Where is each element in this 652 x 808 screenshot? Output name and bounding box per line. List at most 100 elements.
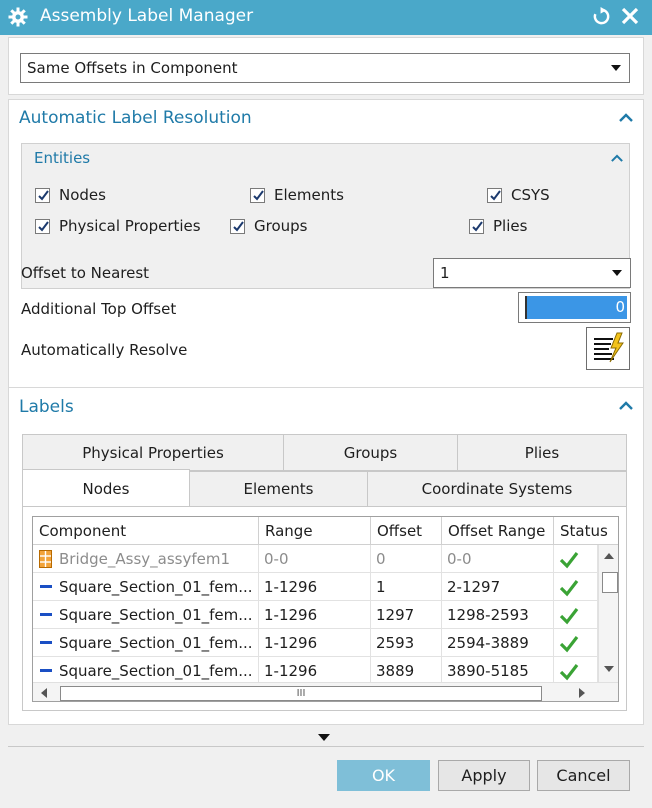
table-row[interactable]: Square_Section_01_fem... 1-1296 1297 129… bbox=[33, 601, 598, 629]
column-header-offset-range[interactable]: Offset Range bbox=[442, 517, 554, 545]
offset-range-cell: 3890-5185 bbox=[442, 657, 554, 685]
tab-elements[interactable]: Elements bbox=[189, 471, 368, 507]
component-cell: Square_Section_01_fem... bbox=[33, 629, 259, 657]
dash-icon bbox=[40, 585, 52, 588]
tab-label: Coordinate Systems bbox=[421, 480, 573, 498]
labels-table: Component Range Offset Offset Range Stat… bbox=[32, 516, 619, 702]
scroll-thumb-grip: III bbox=[296, 688, 306, 699]
tab-label: Groups bbox=[343, 443, 398, 462]
checkbox-plies[interactable] bbox=[469, 218, 484, 234]
table-row[interactable]: Square_Section_01_fem... 1-1296 3889 389… bbox=[33, 657, 598, 685]
horizontal-scroll-thumb[interactable]: III bbox=[60, 686, 542, 701]
range-cell: 0-0 bbox=[259, 545, 371, 573]
expand-more-icon[interactable] bbox=[318, 734, 330, 741]
scroll-up-icon[interactable] bbox=[604, 553, 614, 559]
gear-icon[interactable] bbox=[8, 7, 28, 27]
offset-range-cell: 2-1297 bbox=[442, 573, 554, 601]
tab-coordinate-systems[interactable]: Coordinate Systems bbox=[367, 471, 627, 507]
checkbox-nodes[interactable] bbox=[35, 187, 50, 203]
dialog-body: Same Offsets in Component Automatic Labe… bbox=[8, 37, 644, 802]
dash-icon bbox=[40, 641, 52, 644]
offset-cell: 2593 bbox=[371, 629, 442, 657]
cancel-label: Cancel bbox=[556, 766, 611, 785]
offset-to-nearest-dropdown[interactable]: 1 bbox=[433, 258, 631, 288]
component-name: Square_Section_01_fem... bbox=[59, 634, 253, 652]
entity-elements-checkbox[interactable]: Elements bbox=[250, 186, 344, 204]
collapse-labels-icon[interactable] bbox=[619, 401, 633, 411]
dash-icon bbox=[40, 669, 52, 672]
vertical-scrollbar[interactable] bbox=[598, 545, 618, 682]
offset-cell: 0 bbox=[371, 545, 442, 573]
checkbox-elements[interactable] bbox=[250, 187, 265, 203]
entity-plies-checkbox[interactable]: Plies bbox=[469, 217, 527, 235]
tab-nodes[interactable]: Nodes bbox=[22, 469, 190, 507]
tab-label: Physical Properties bbox=[82, 443, 224, 462]
column-header-range[interactable]: Range bbox=[259, 517, 371, 545]
entities-title: Entities bbox=[34, 149, 91, 167]
entity-label: Elements bbox=[274, 186, 344, 204]
component-cell: Square_Section_01_fem... bbox=[33, 573, 259, 601]
additional-top-offset-input[interactable]: 0 bbox=[518, 292, 631, 323]
tab-physical-properties[interactable]: Physical Properties bbox=[22, 434, 284, 471]
check-icon bbox=[559, 552, 579, 569]
checkbox-physical-properties[interactable] bbox=[35, 218, 50, 234]
entity-label: Nodes bbox=[59, 186, 106, 204]
separator bbox=[8, 746, 644, 747]
component-cell: Square_Section_01_fem... bbox=[33, 601, 259, 629]
scroll-right-icon[interactable] bbox=[579, 688, 585, 698]
check-icon bbox=[559, 608, 579, 625]
offset-range-cell: 2594-3889 bbox=[442, 629, 554, 657]
column-header-component[interactable]: Component bbox=[33, 517, 259, 545]
chevron-down-icon bbox=[611, 65, 621, 71]
component-name: Square_Section_01_fem... bbox=[59, 662, 253, 680]
apply-label: Apply bbox=[461, 766, 507, 785]
component-cell: Square_Section_01_fem... bbox=[33, 657, 259, 685]
range-cell: 1-1296 bbox=[259, 601, 371, 629]
tab-plies[interactable]: Plies bbox=[457, 434, 627, 471]
entity-nodes-checkbox[interactable]: Nodes bbox=[35, 186, 106, 204]
entity-csys-checkbox[interactable]: CSYS bbox=[487, 186, 550, 204]
checkbox-groups[interactable] bbox=[230, 218, 245, 234]
apply-button[interactable]: Apply bbox=[438, 760, 530, 791]
component-name: Square_Section_01_fem... bbox=[59, 578, 253, 596]
column-header-status[interactable]: Status bbox=[554, 517, 618, 545]
dash-icon bbox=[40, 613, 52, 616]
component-name: Square_Section_01_fem... bbox=[59, 606, 253, 624]
ok-button[interactable]: OK bbox=[337, 760, 430, 791]
table-row[interactable]: Square_Section_01_fem... 1-1296 1 2-1297 bbox=[33, 573, 598, 601]
collapse-entities-icon[interactable] bbox=[611, 154, 623, 163]
range-cell: 1-1296 bbox=[259, 573, 371, 601]
offset-range-cell: 0-0 bbox=[442, 545, 554, 573]
vertical-scroll-thumb[interactable] bbox=[602, 572, 618, 593]
offset-range-cell: 1298-2593 bbox=[442, 601, 554, 629]
tab-groups[interactable]: Groups bbox=[283, 434, 458, 471]
cancel-button[interactable]: Cancel bbox=[537, 760, 630, 791]
scroll-left-icon[interactable] bbox=[41, 688, 47, 698]
check-icon bbox=[559, 664, 579, 681]
check-icon bbox=[559, 580, 579, 597]
automatically-resolve-button[interactable] bbox=[586, 327, 630, 370]
assembly-icon bbox=[39, 550, 52, 568]
range-cell: 1-1296 bbox=[259, 657, 371, 685]
close-icon[interactable] bbox=[620, 6, 640, 26]
check-icon bbox=[559, 636, 579, 653]
labels-title: Labels bbox=[19, 397, 74, 417]
checkbox-csys[interactable] bbox=[487, 187, 502, 203]
resolve-lightning-icon bbox=[594, 332, 624, 363]
horizontal-scrollbar[interactable]: III bbox=[33, 682, 618, 701]
entity-groups-checkbox[interactable]: Groups bbox=[230, 217, 307, 235]
method-dropdown[interactable]: Same Offsets in Component bbox=[20, 53, 630, 83]
table-row[interactable]: Square_Section_01_fem... 1-1296 2593 259… bbox=[33, 629, 598, 657]
offset-to-nearest-value: 1 bbox=[440, 264, 450, 282]
collapse-auto-resolution-icon[interactable] bbox=[619, 113, 633, 123]
offset-cell: 1 bbox=[371, 573, 442, 601]
column-header-offset[interactable]: Offset bbox=[371, 517, 442, 545]
scroll-down-icon[interactable] bbox=[604, 666, 614, 672]
entity-physical-properties-checkbox[interactable]: Physical Properties bbox=[35, 217, 201, 235]
status-cell bbox=[554, 573, 598, 601]
ok-label: OK bbox=[371, 766, 396, 785]
entity-label: CSYS bbox=[511, 186, 550, 204]
table-row[interactable]: Bridge_Assy_assyfem1 0-0 0 0-0 bbox=[33, 545, 598, 573]
status-cell bbox=[554, 545, 598, 573]
reset-icon[interactable] bbox=[592, 7, 611, 26]
